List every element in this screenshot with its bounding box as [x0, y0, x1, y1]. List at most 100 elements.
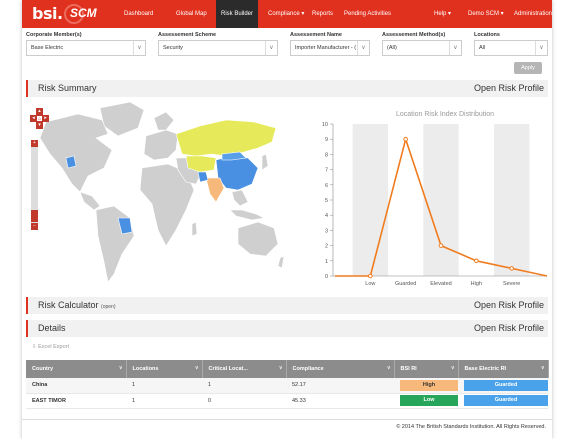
zoom-out-button[interactable]: − [31, 223, 38, 230]
scm-product-name: SCM [70, 6, 97, 20]
chart-title: Location Risk Index Distribution [396, 111, 494, 118]
nav-help[interactable]: Help ▾ [434, 0, 451, 28]
data-point [403, 136, 408, 142]
bsi-ri-badge: High [400, 379, 458, 391]
cell-base-ri: Guarded [458, 378, 548, 394]
export-icon: ⇩ [32, 344, 37, 350]
pan-up-button[interactable]: ▴ [36, 108, 43, 115]
filter-label-locations: Locations [474, 32, 500, 38]
nav-dashboard[interactable]: Dashboard [124, 0, 153, 28]
chevron-down-icon: ∨ [450, 365, 455, 371]
filter-label-method: Assessement Method(s) [382, 32, 446, 38]
details-table: Country ∨ Locations ∨ Critical Locat... ∨ C… [26, 360, 549, 409]
y-tick-label: 8 [325, 152, 328, 158]
x-tick-label: Severe [503, 281, 520, 287]
map-europe [143, 129, 179, 161]
cell-locations: 1 [126, 393, 202, 409]
footer: © 2014 The British Standards Institution… [22, 419, 552, 439]
map-madagascar [191, 221, 198, 237]
cell-bsi-ri: Low [394, 393, 458, 409]
zoom-slider-track[interactable]: + − [31, 140, 38, 230]
nav-administration[interactable]: Administration ▾ [514, 0, 552, 28]
excel-export-button[interactable]: ⇩ Excel Export [32, 344, 69, 350]
nav-pending-activities[interactable]: Pending Activities [344, 0, 391, 28]
map-pakistan-highlighted [197, 171, 209, 183]
nav-compliance[interactable]: Compliance ▾ [268, 0, 304, 28]
nav-risk-builder[interactable]: Risk Builder [216, 0, 259, 28]
col-bsi-ri[interactable]: BSI RI ∨ [394, 360, 459, 378]
chevron-down-icon: ∨ [357, 41, 369, 55]
map-south-america [95, 205, 135, 283]
map-japan [261, 153, 269, 171]
chevron-down-icon: ∨ [540, 365, 545, 371]
cell-country: China [26, 378, 126, 394]
locations-select[interactable]: All ∨ [474, 40, 548, 56]
chevron-down-icon: ∨ [535, 41, 547, 55]
chevron-down-icon: ∨ [133, 41, 145, 55]
pan-right-button[interactable]: ▸ [42, 115, 49, 122]
chevron-down-icon: ∨ [194, 365, 199, 371]
cell-locations: 1 [126, 378, 202, 394]
cell-country: EAST TIMOR [26, 393, 126, 409]
copyright-text: © 2014 The British Standards Institution… [396, 424, 546, 430]
map-new-zealand [277, 255, 285, 269]
apply-button[interactable]: Apply [514, 62, 542, 74]
nav-reports[interactable]: Reports [312, 0, 333, 28]
table-row[interactable]: China 1 1 52.17 High Guarded [26, 378, 548, 394]
y-tick-label: 7 [325, 168, 328, 174]
x-tick-label: Elevated [430, 281, 451, 287]
assessment-name-select[interactable]: Importer Manufacturer - (∨ [290, 40, 370, 56]
chart-band [494, 124, 530, 276]
cell-critical: 0 [202, 393, 286, 409]
chevron-down-icon: ∨ [449, 41, 461, 55]
map-russia-highlighted [175, 119, 277, 157]
map-scandinavia [153, 111, 175, 131]
risk-calculator-header[interactable]: Risk Calculator (open) Open Risk Profile [26, 297, 548, 314]
assessment-method-select[interactable]: (All) ∨ [382, 40, 462, 56]
pan-down-button[interactable]: ▾ [36, 122, 43, 129]
details-title: Details [38, 323, 66, 333]
risk-summary-open-profile-link[interactable]: Open Risk Profile [474, 83, 544, 93]
chevron-down-icon: ∨ [118, 365, 123, 371]
map-north-america [39, 113, 113, 193]
y-tick-label: 3 [325, 228, 328, 234]
bsi-ri-badge: Low [400, 395, 458, 406]
cell-compliance: 52.17 [286, 378, 394, 394]
map-southeast-asia [231, 189, 249, 207]
zoom-slider-handle[interactable] [31, 210, 38, 222]
zoom-in-button[interactable]: + [31, 140, 38, 147]
col-country[interactable]: Country ∨ [26, 360, 127, 378]
col-base-electric-ri[interactable]: Base Electric RI ∨ [458, 360, 549, 378]
map-canada-highlighted [65, 155, 77, 169]
map-india-highlighted [205, 177, 225, 203]
nav-demo-scm[interactable]: Demo SCM ▾ [468, 0, 504, 28]
cell-bsi-ri: High [394, 378, 458, 394]
data-point [474, 258, 479, 264]
y-tick-label: 5 [325, 198, 328, 204]
details-open-profile-link[interactable]: Open Risk Profile [474, 323, 544, 333]
nav-global-map[interactable]: Global Map [176, 0, 207, 28]
x-tick-label: High [471, 281, 482, 287]
table-row[interactable]: EAST TIMOR 1 0 45.33 Low Guarded [26, 393, 548, 409]
x-tick-label: Guarded [395, 281, 416, 287]
risk-calculator-open-note: (open) [101, 304, 116, 310]
cell-base-ri: Guarded [458, 393, 548, 409]
chart-bands [352, 124, 530, 276]
filter-bar: Corporate Member(s) Base Electric ∨ Asses… [22, 28, 552, 80]
y-tick-label: 0 [325, 274, 328, 280]
chart-y-axis: 0 1 2 3 4 5 6 7 8 9 10 [322, 122, 334, 280]
y-tick-label: 2 [325, 244, 328, 250]
y-tick-label: 6 [325, 183, 328, 189]
data-point [438, 243, 444, 248]
chart-band [423, 124, 459, 276]
corporate-member-select[interactable]: Base Electric ∨ [26, 40, 146, 56]
col-compliance[interactable]: Compliance ∨ [286, 360, 395, 378]
world-map[interactable] [26, 98, 288, 288]
y-tick-label: 9 [325, 137, 328, 143]
details-header: Details Open Risk Profile [26, 320, 548, 337]
data-point [509, 266, 514, 271]
col-critical-locations[interactable]: Critical Locat... ∨ [202, 360, 287, 378]
assessment-scheme-select[interactable]: Security ∨ [158, 40, 278, 56]
risk-calculator-open-profile-link[interactable]: Open Risk Profile [474, 300, 544, 310]
col-locations[interactable]: Locations ∨ [126, 360, 203, 378]
